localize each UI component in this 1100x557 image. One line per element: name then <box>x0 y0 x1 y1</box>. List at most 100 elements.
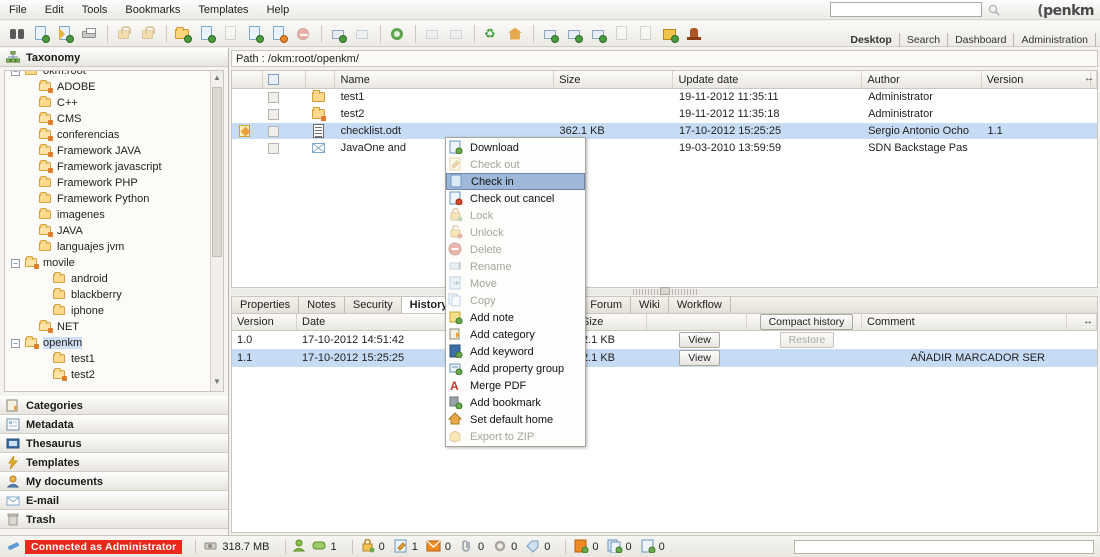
select-all-checkbox[interactable] <box>268 74 279 85</box>
context-menu-item-add-category[interactable]: Add category <box>446 326 585 343</box>
tab-desktop[interactable]: Desktop <box>843 33 899 47</box>
taxonomy-tree[interactable]: −okm:rootADOBEC++CMSconferenciasFramewor… <box>4 70 224 392</box>
tree-node[interactable]: iphone <box>5 303 223 319</box>
toolbar-remove-property-group-icon[interactable] <box>351 23 373 45</box>
toolbar-refresh-gear-icon[interactable] <box>386 23 408 45</box>
scroll-down-icon[interactable]: ▼ <box>212 377 222 389</box>
tree-node[interactable]: blackberry <box>5 287 223 303</box>
detail-tab-wiki[interactable]: Wiki <box>631 297 669 313</box>
history-column-date[interactable]: Date <box>297 314 452 330</box>
tree-node[interactable]: test1 <box>5 351 223 367</box>
tree-node[interactable]: conferencias <box>5 127 223 143</box>
row-checkbox[interactable] <box>268 126 279 137</box>
tree-node[interactable]: −openkm <box>5 335 223 351</box>
file-row[interactable]: test119-11-2012 11:35:11Administrator <box>232 89 1097 106</box>
sidebar-item-trash[interactable]: Trash <box>0 510 228 529</box>
detail-tab-security[interactable]: Security <box>345 297 402 313</box>
toolbar-merge-pdf-icon[interactable] <box>635 23 657 45</box>
history-resize-icon[interactable]: ↔ <box>1083 316 1093 327</box>
row-checkbox[interactable] <box>268 92 279 103</box>
toolbar-stamp-icon[interactable] <box>683 23 705 45</box>
toolbar-export-zip-icon[interactable] <box>659 23 681 45</box>
sidebar-item-metadata[interactable]: Metadata <box>0 415 228 434</box>
sidebar-item-taxonomy[interactable]: Taxonomy <box>0 48 228 67</box>
tree-node[interactable]: Framework Python <box>5 191 223 207</box>
history-row[interactable]: 1.017-10-2012 14:51:42Se2.1 KBViewRestor… <box>232 331 1097 349</box>
tree-node[interactable]: android <box>5 271 223 287</box>
context-menu-item-download[interactable]: Download <box>446 139 585 156</box>
scroll-up-icon[interactable]: ▲ <box>212 73 222 85</box>
row-checkbox[interactable] <box>268 143 279 154</box>
row-select-cell[interactable] <box>263 123 306 139</box>
column-header-author[interactable]: Author <box>862 71 981 88</box>
toolbar-home-icon[interactable] <box>504 23 526 45</box>
global-search-input[interactable] <box>831 3 981 16</box>
toolbar-delete-file-icon[interactable] <box>268 23 290 45</box>
global-search-box[interactable] <box>830 2 982 17</box>
file-row[interactable]: JavaOne and 19-03-2010 13:59:59SDN Backs… <box>232 140 1097 157</box>
edit-pencil-icon[interactable] <box>237 124 252 138</box>
toolbar-add-category-icon[interactable] <box>587 23 609 45</box>
tab-search[interactable]: Search <box>900 33 948 47</box>
context-menu-item-merge-pdf[interactable]: AMerge PDF <box>446 377 585 394</box>
tree-node[interactable]: CMS <box>5 111 223 127</box>
toolbar-add-file-icon[interactable] <box>196 23 218 45</box>
toolbar-add-subscription-icon[interactable] <box>563 23 585 45</box>
menu-item-bookmarks[interactable]: Bookmarks <box>116 2 189 18</box>
context-menu-item-add-bookmark[interactable]: Add bookmark <box>446 394 585 411</box>
tree-node[interactable]: JAVA <box>5 223 223 239</box>
toolbar-lock-icon[interactable] <box>113 23 135 45</box>
compact-history-button[interactable]: Compact history <box>760 314 854 330</box>
column-header-icon[interactable] <box>306 71 336 88</box>
toolbar-add-image-icon[interactable] <box>54 23 76 45</box>
detail-tab-workflow[interactable]: Workflow <box>669 297 731 313</box>
toolbar-remove-icon[interactable] <box>292 23 314 45</box>
history-column-view[interactable] <box>647 314 747 330</box>
file-row[interactable]: test219-11-2012 11:35:18Administrator <box>232 106 1097 123</box>
history-row[interactable]: 1.117-10-2012 15:25:25Se2.1 KBViewAÑADIR… <box>232 349 1097 367</box>
view-button[interactable]: View <box>679 332 720 348</box>
tree-node[interactable]: Framework JAVA <box>5 143 223 159</box>
history-column-resize[interactable]: ↔ <box>1067 314 1097 330</box>
context-menu-item-check-in[interactable]: Check in <box>446 173 585 190</box>
tree-expander-icon[interactable]: − <box>11 70 20 76</box>
toolbar-download-icon[interactable] <box>244 23 266 45</box>
column-header-version[interactable]: Version <box>982 71 1091 88</box>
tree-expander-icon[interactable]: − <box>11 339 20 348</box>
toolbar-scanner-icon[interactable] <box>611 23 633 45</box>
file-row[interactable]: checklist.odt362.1 KB17-10-2012 15:25:25… <box>232 123 1097 140</box>
toolbar-recycle-icon[interactable]: ♻ <box>480 23 502 45</box>
splitter-knob[interactable] <box>660 287 670 295</box>
context-menu-item-check-out-cancel[interactable]: Check out cancel <box>446 190 585 207</box>
tree-node[interactable]: test2 <box>5 367 223 383</box>
column-header-name[interactable]: Name <box>335 71 554 88</box>
menu-item-templates[interactable]: Templates <box>189 2 257 18</box>
row-edit-cell[interactable] <box>232 106 263 122</box>
file-context-menu[interactable]: DownloadCheck outCheck inCheck out cance… <box>445 137 586 447</box>
tree-node[interactable]: −movile <box>5 255 223 271</box>
tree-node[interactable]: imagenes <box>5 207 223 223</box>
history-column-comment[interactable]: Comment <box>862 314 1067 330</box>
panel-splitter[interactable] <box>231 289 1098 295</box>
tab-administration[interactable]: Administration <box>1014 33 1096 47</box>
column-header-size[interactable]: Size <box>554 71 673 88</box>
toolbar-copy-icon[interactable] <box>421 23 443 45</box>
column-header-edit[interactable] <box>232 71 263 88</box>
detail-tab-properties[interactable]: Properties <box>232 297 299 313</box>
tree-expander-icon[interactable]: − <box>11 259 20 268</box>
menu-item-file[interactable]: File <box>0 2 36 18</box>
context-menu-item-add-note[interactable]: Add note <box>446 309 585 326</box>
tab-dashboard[interactable]: Dashboard <box>948 33 1014 47</box>
column-header-extra[interactable]: ↔ <box>1091 71 1097 88</box>
search-icon[interactable] <box>988 4 1000 16</box>
detail-tab-forum[interactable]: Forum <box>582 297 631 313</box>
scroll-thumb[interactable] <box>212 87 222 257</box>
toolbar-unlock-icon[interactable] <box>137 23 159 45</box>
sidebar-item-my-documents[interactable]: My documents <box>0 472 228 491</box>
tree-node[interactable]: C++ <box>5 95 223 111</box>
column-resize-icon[interactable]: ↔ <box>1084 73 1094 84</box>
menu-item-edit[interactable]: Edit <box>36 2 73 18</box>
tree-node[interactable]: Framework javascript <box>5 159 223 175</box>
row-edit-cell[interactable] <box>232 140 263 156</box>
history-column-size[interactable]: Size <box>577 314 647 330</box>
